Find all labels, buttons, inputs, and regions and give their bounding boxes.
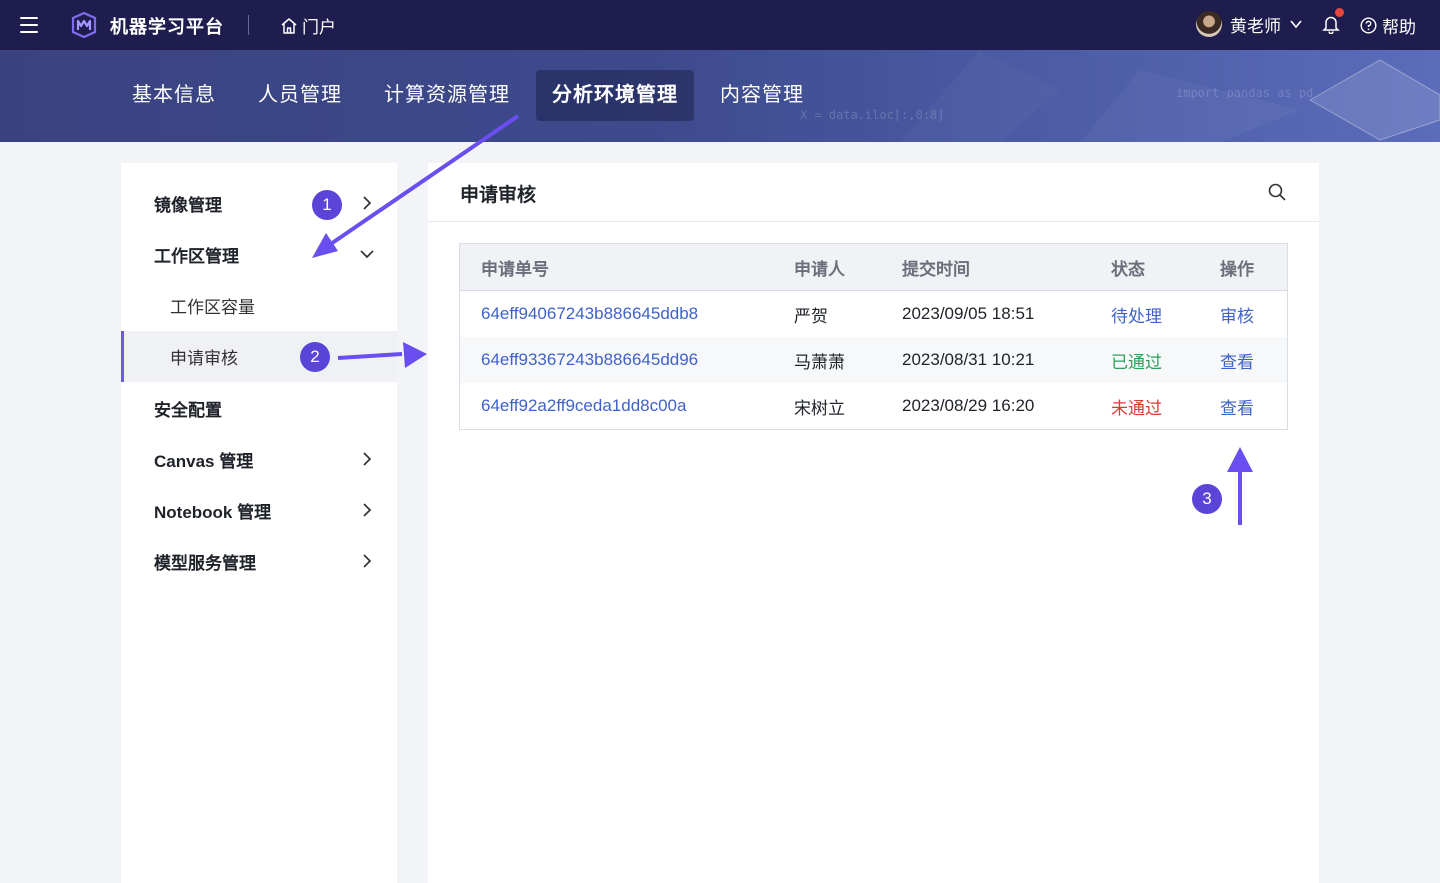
status-badge: 待处理	[1111, 306, 1162, 326]
chevron-right-icon	[363, 452, 372, 466]
sidebar-item-label: 工作区容量	[170, 297, 255, 317]
table-row: 64eff94067243b886645ddb8 严贺 2023/09/05 1…	[460, 291, 1287, 337]
avatar	[1196, 11, 1222, 37]
view-action-link[interactable]: 查看	[1220, 383, 1254, 429]
chevron-right-icon	[363, 554, 372, 568]
sidebar-item-label: 申请审核	[170, 349, 238, 368]
sidebar: 镜像管理 工作区管理 工作区容量 申请审核 安全配置 Canvas 管理 Not…	[121, 163, 397, 883]
search-icon[interactable]	[1267, 182, 1287, 202]
page-title: 申请审核	[460, 185, 537, 206]
sidebar-item-canvas[interactable]: Canvas 管理	[121, 437, 397, 481]
application-id-link[interactable]: 64eff92a2ff9ceda1dd8c00a	[481, 383, 686, 429]
column-header: 提交时间	[902, 259, 970, 279]
tab-content[interactable]: 内容管理	[704, 70, 820, 121]
annotation-badge-2: 2	[300, 342, 330, 372]
panel-header: 申请审核	[428, 163, 1319, 222]
sidebar-item-application-review[interactable]: 申请审核	[121, 331, 397, 382]
main-tabs: 基本信息 人员管理 计算资源管理 分析环境管理 内容管理	[116, 70, 820, 121]
hamburger-menu-icon[interactable]	[18, 14, 40, 36]
column-header: 状态	[1111, 259, 1145, 279]
home-icon	[281, 17, 297, 34]
application-id-link[interactable]: 64eff93367243b886645dd96	[481, 337, 698, 383]
sidebar-item-security[interactable]: 安全配置	[121, 386, 397, 430]
sidebar-item-images[interactable]: 镜像管理	[121, 181, 397, 225]
top-divider	[248, 15, 249, 35]
help-label: 帮助	[1382, 18, 1416, 37]
sidebar-item-label: 安全配置	[154, 400, 222, 420]
view-action-link[interactable]: 查看	[1220, 337, 1254, 383]
banner-code-snippet: X = data.iloc[:,0:8]	[800, 108, 945, 122]
tab-analysis-environment[interactable]: 分析环境管理	[536, 70, 694, 121]
help-link[interactable]: 帮助	[1360, 13, 1416, 38]
column-header: 操作	[1220, 259, 1254, 279]
tab-basic-info[interactable]: 基本信息	[116, 70, 232, 121]
question-circle-icon	[1360, 17, 1377, 34]
sidebar-item-label: 镜像管理	[154, 195, 222, 215]
applications-table: 申请单号 申请人 提交时间 状态 操作 64eff94067243b886645…	[459, 243, 1288, 430]
sidebar-item-model-service[interactable]: 模型服务管理	[121, 539, 397, 583]
sidebar-item-label: Canvas 管理	[154, 451, 254, 471]
status-badge: 未通过	[1111, 398, 1162, 418]
annotation-badge-3: 3	[1192, 484, 1222, 514]
user-name: 黄老师	[1230, 16, 1281, 36]
annotation-arrowhead-2	[403, 342, 427, 368]
chevron-right-icon	[363, 196, 372, 210]
applicant-name: 马萧萧	[794, 352, 845, 372]
status-badge: 已通过	[1111, 352, 1162, 372]
chevron-down-icon	[1290, 20, 1302, 29]
sidebar-item-label: Notebook 管理	[154, 502, 272, 522]
submit-time: 2023/08/29 16:20	[902, 396, 1035, 415]
banner-code-snippet: import pandas as pd	[1176, 86, 1314, 100]
notification-dot	[1335, 8, 1344, 17]
notification-bell-icon[interactable]	[1322, 8, 1344, 35]
main-panel: 申请审核 申请单号 申请人 提交时间 状态 操作 64eff94067243b8…	[428, 163, 1319, 883]
sidebar-item-label: 工作区管理	[154, 246, 239, 266]
sidebar-item-notebook[interactable]: Notebook 管理	[121, 488, 397, 532]
table-row: 64eff93367243b886645dd96 马萧萧 2023/08/31 …	[460, 337, 1287, 383]
chevron-down-icon	[360, 250, 374, 259]
top-bar: 机器学习平台 门户 黄老师 帮助	[0, 0, 1440, 50]
column-header: 申请单号	[481, 259, 549, 279]
platform-logo-icon	[71, 12, 97, 38]
tab-personnel[interactable]: 人员管理	[242, 70, 358, 121]
sidebar-item-workspace[interactable]: 工作区管理	[121, 232, 397, 276]
tab-compute-resources[interactable]: 计算资源管理	[368, 70, 526, 121]
submit-time: 2023/08/31 10:21	[902, 350, 1035, 369]
portal-link[interactable]: 门户	[280, 13, 336, 38]
review-action-link[interactable]: 审核	[1220, 291, 1254, 337]
annotation-badge-1: 1	[312, 190, 342, 220]
chevron-right-icon	[363, 503, 372, 517]
nav-banner: import pandas as pd X = data.iloc[:,0:8]…	[0, 50, 1440, 142]
submit-time: 2023/09/05 18:51	[902, 304, 1035, 323]
sidebar-item-label: 模型服务管理	[154, 553, 256, 573]
table-header-row: 申请单号 申请人 提交时间 状态 操作	[460, 244, 1287, 291]
portal-label: 门户	[302, 18, 336, 37]
applicant-name: 宋树立	[794, 398, 845, 418]
applicant-name: 严贺	[794, 306, 828, 326]
user-menu[interactable]: 黄老师	[1196, 11, 1303, 37]
application-id-link[interactable]: 64eff94067243b886645ddb8	[481, 291, 698, 337]
table-row: 64eff92a2ff9ceda1dd8c00a 宋树立 2023/08/29 …	[460, 383, 1287, 429]
column-header: 申请人	[794, 259, 845, 279]
sidebar-item-workspace-capacity[interactable]: 工作区容量	[121, 283, 397, 327]
app-title: 机器学习平台	[110, 17, 224, 37]
